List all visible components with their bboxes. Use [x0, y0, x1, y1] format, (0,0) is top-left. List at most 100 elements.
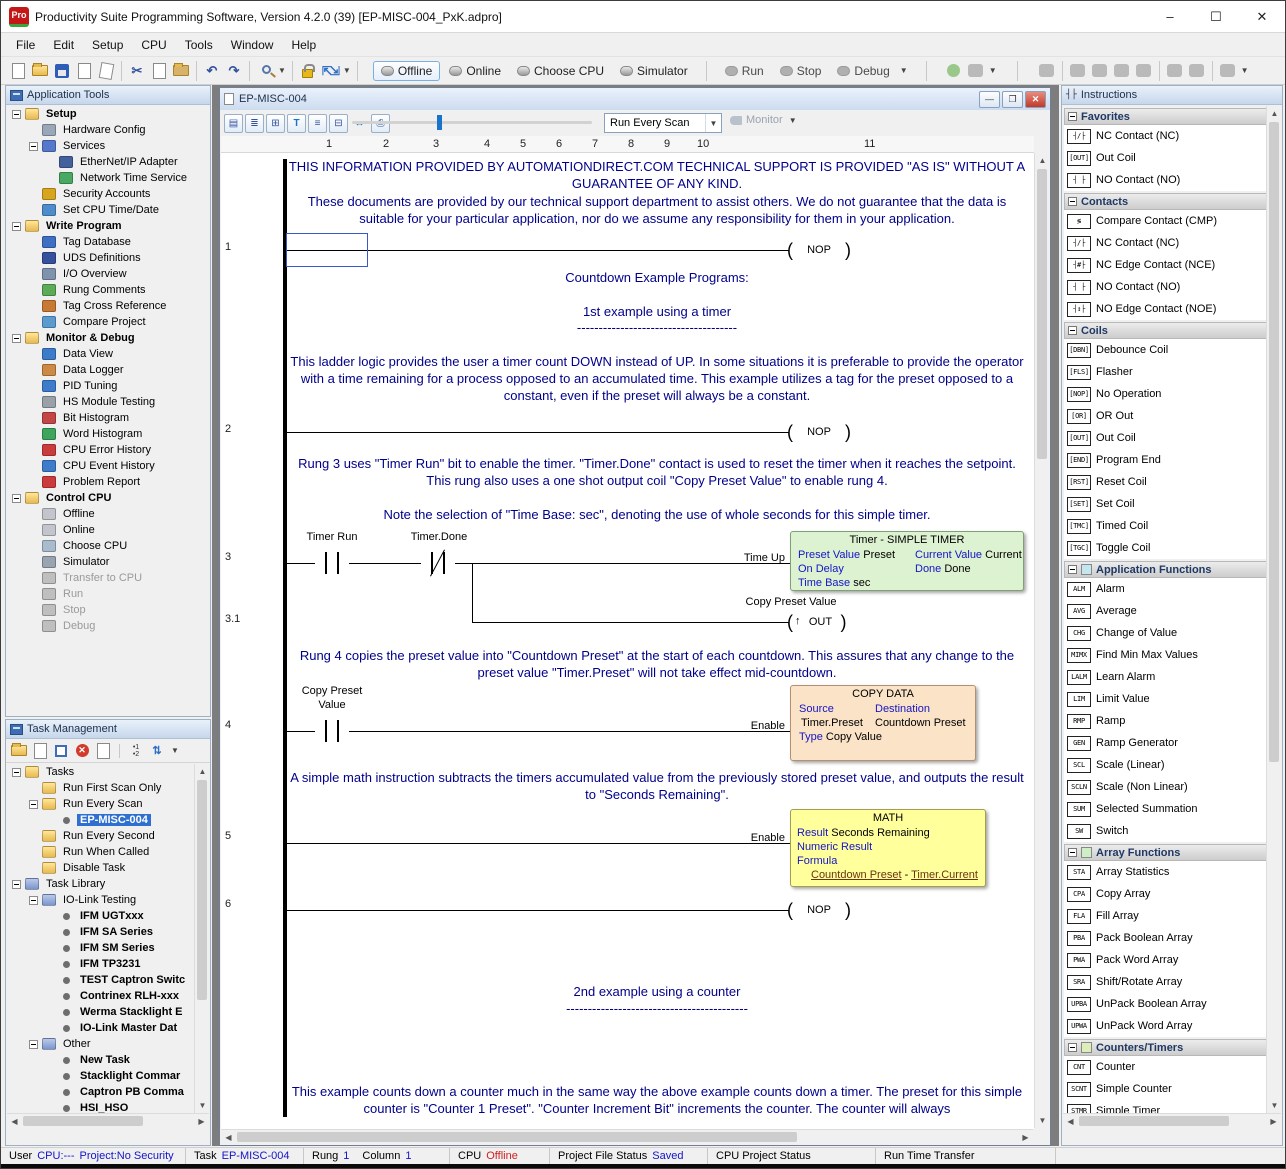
instruction-program-end[interactable]: [END]Program End [1064, 449, 1267, 471]
editor-restore-button[interactable]: ❐ [1002, 91, 1023, 108]
apptools-hardware-config[interactable]: Hardware Config [6, 122, 210, 138]
redo-icon[interactable]: ↷ [224, 61, 244, 81]
instruction-learn-alarm[interactable]: LALMLearn Alarm [1064, 666, 1267, 688]
task-tasks[interactable]: Tasks [6, 764, 194, 780]
print-icon[interactable] [96, 61, 116, 81]
menu-edit[interactable]: Edit [44, 35, 83, 55]
instruction-average[interactable]: AVGAverage [1064, 600, 1267, 622]
rung-comment-disclaimer-1[interactable]: THIS INFORMATION PROVIDED BY AUTOMATIOND… [287, 158, 1027, 192]
expander-icon[interactable] [29, 800, 38, 809]
editor-close-button[interactable]: ✕ [1025, 91, 1046, 108]
apptools-offline[interactable]: Offline [6, 506, 210, 522]
apptools-data-logger[interactable]: Data Logger [6, 362, 210, 378]
instruction-nc-contact-nc[interactable]: ┤/├NC Contact (NC) [1064, 125, 1267, 147]
instruction-ramp[interactable]: RMPRamp [1064, 710, 1267, 732]
close-button[interactable]: ✕ [1239, 1, 1285, 33]
instruction-unpack-word-array[interactable]: UPWAUnPack Word Array [1064, 1015, 1267, 1037]
fit-view-icon[interactable]: ⇱⇲ [320, 61, 340, 81]
stop-button[interactable]: Stop [773, 62, 829, 80]
apptools-control-cpu[interactable]: Control CPU [6, 490, 210, 506]
lock-icon[interactable] [298, 61, 318, 81]
rung-comment-rung4[interactable]: Rung 4 copies the preset value into "Cou… [287, 647, 1027, 681]
move-task-icon[interactable]: ⇅ [148, 742, 166, 759]
menu-help[interactable]: Help [282, 35, 325, 55]
instruction-fill-array[interactable]: FLAFill Array [1064, 905, 1267, 927]
task-run-every-second[interactable]: Run Every Second [6, 828, 194, 844]
delete-task-icon[interactable]: ✕ [73, 742, 91, 759]
comment-dropdown-icon[interactable]: ▼ [989, 66, 997, 75]
editor-hscrollbar[interactable]: ◀ ▶ [221, 1129, 1033, 1144]
instruction-find-min-max-values[interactable]: MIMXFind Min Max Values [1064, 644, 1267, 666]
copy-task-icon[interactable] [94, 742, 112, 759]
menu-setup[interactable]: Setup [83, 35, 132, 55]
apptools-choose-cpu[interactable]: Choose CPU [6, 538, 210, 554]
simulator-button[interactable]: Simulator [613, 62, 695, 80]
editor-vscrollbar[interactable]: ▲ ▼ [1034, 153, 1049, 1128]
task-io-link-testing[interactable]: IO-Link Testing [6, 892, 194, 908]
instruction-pack-word-array[interactable]: PWAPack Word Array [1064, 949, 1267, 971]
apptools-cpu-error-history[interactable]: CPU Error History [6, 442, 210, 458]
instruction-nc-edge-contact-nce[interactable]: ┤#├NC Edge Contact (NCE) [1064, 254, 1267, 276]
collapse-icon[interactable] [1068, 848, 1077, 857]
task-tree-hscrollbar[interactable]: ◀ ▶ [7, 1113, 209, 1128]
expander-icon[interactable] [12, 768, 21, 777]
run-button[interactable]: Run [718, 62, 771, 80]
instruction-unpack-boolean-array[interactable]: UPBAUnPack Boolean Array [1064, 993, 1267, 1015]
instruction-out-coil[interactable]: [OUT]Out Coil [1064, 427, 1267, 449]
apptools-stop[interactable]: Stop [6, 602, 210, 618]
view-comments-icon[interactable]: ≡ [308, 114, 327, 133]
view-mode-3-icon[interactable]: ⊞ [266, 114, 285, 133]
comment-icon[interactable] [966, 61, 986, 81]
apptools-monitor-debug[interactable]: Monitor & Debug [6, 330, 210, 346]
section-header-coils[interactable]: Coils [1064, 322, 1267, 339]
task-captron-pb-comma[interactable]: Captron PB Comma [6, 1084, 194, 1100]
instruction-flasher[interactable]: [FLS]Flasher [1064, 361, 1267, 383]
instruction-no-contact-no[interactable]: ┤ ├NO Contact (NO) [1064, 276, 1267, 298]
instruction-no-operation[interactable]: [NOP]No Operation [1064, 383, 1267, 405]
collapse-icon[interactable] [1068, 112, 1077, 121]
editor-minimize-button[interactable]: — [979, 91, 1000, 108]
apptools-rung-comments[interactable]: Rung Comments [6, 282, 210, 298]
task-run-first-scan-only[interactable]: Run First Scan Only [6, 780, 194, 796]
view-mode-1-icon[interactable]: ▤ [224, 114, 243, 133]
apptools-i-o-overview[interactable]: I/O Overview [6, 266, 210, 282]
instruction-array-statistics[interactable]: STAArray Statistics [1064, 861, 1267, 883]
instruction-debounce-coil[interactable]: [DBN]Debounce Coil [1064, 339, 1267, 361]
apptools-transfer-to-cpu[interactable]: Transfer to CPU [6, 570, 210, 586]
search-icon[interactable] [255, 61, 275, 81]
instruction-no-contact-no[interactable]: ┤ ├NO Contact (NO) [1064, 169, 1267, 191]
instruction-selected-summation[interactable]: SUMSelected Summation [1064, 798, 1267, 820]
task-disable-task[interactable]: Disable Task [6, 860, 194, 876]
task-dropdown-icon[interactable]: ▼ [171, 746, 179, 755]
expander-icon[interactable] [12, 222, 21, 231]
expander-icon[interactable] [12, 110, 21, 119]
task-ifm-sm-series[interactable]: IFM SM Series [6, 940, 194, 956]
view-tree-icon[interactable]: ⊟ [329, 114, 348, 133]
nop-coil-rung-6[interactable]: (NOP) [787, 897, 851, 923]
view-text-icon[interactable]: T [287, 114, 306, 133]
section-header-counters-timers[interactable]: Counters/Timers [1064, 1039, 1267, 1056]
combo-dropdown-icon[interactable]: ▼ [705, 114, 721, 132]
comment-heading-countdown[interactable]: Countdown Example Programs: [287, 269, 1027, 286]
task-ifm-ugtxxx[interactable]: IFM UGTxxx [6, 908, 194, 924]
maximize-button[interactable]: ☐ [1193, 1, 1239, 33]
choose-cpu-button[interactable]: Choose CPU [510, 62, 611, 80]
scan-mode-select[interactable]: Run Every Scan ▼ [604, 113, 722, 133]
rename-task-icon[interactable] [52, 742, 70, 759]
collapse-icon[interactable] [1068, 326, 1077, 335]
task-io-link-master-dat[interactable]: IO-Link Master Dat [6, 1020, 194, 1036]
new-group-icon[interactable] [10, 742, 28, 759]
instructions-vscrollbar[interactable]: ▲ ▼ [1266, 106, 1281, 1113]
instruction-scale-linear[interactable]: SCLScale (Linear) [1064, 754, 1267, 776]
instruction-compare-contact-cmp[interactable]: ≶Compare Contact (CMP) [1064, 210, 1267, 232]
menu-window[interactable]: Window [222, 35, 283, 55]
search-dropdown-icon[interactable]: ▼ [278, 66, 286, 75]
copy-icon[interactable] [149, 61, 169, 81]
apptools-security-accounts[interactable]: Security Accounts [6, 186, 210, 202]
math-instruction-box[interactable]: MATH Result Seconds Remaining Numeric Re… [790, 809, 986, 887]
zoom-slider[interactable] [352, 121, 592, 124]
instruction-counter[interactable]: CNTCounter [1064, 1056, 1267, 1078]
view-mode-2-icon[interactable]: ≣ [245, 114, 264, 133]
section-header-contacts[interactable]: Contacts [1064, 193, 1267, 210]
instruction-shift-rotate-array[interactable]: SRAShift/Rotate Array [1064, 971, 1267, 993]
